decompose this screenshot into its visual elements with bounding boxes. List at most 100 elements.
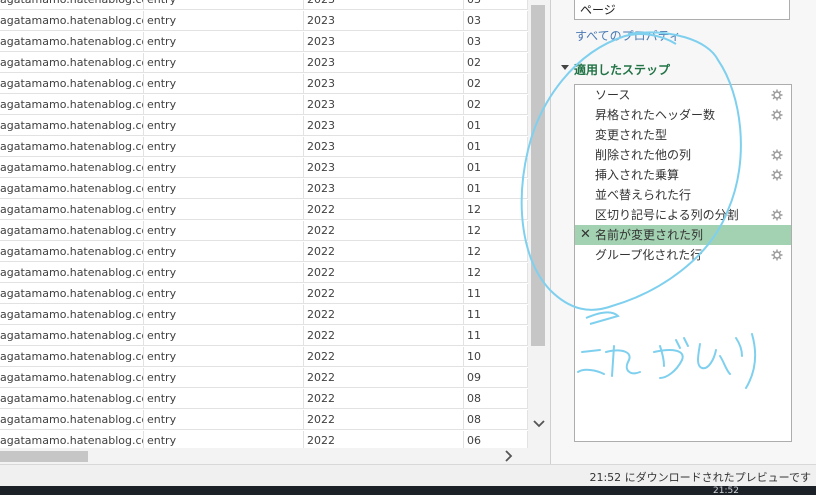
table-cell[interactable]: 01 — [464, 179, 528, 199]
table-cell[interactable]: entry — [144, 242, 304, 262]
table-row[interactable]: agatamamo.hatenablog.com entry 2022 11 — [0, 326, 528, 347]
table-cell[interactable]: entry — [144, 326, 304, 346]
table-cell[interactable]: entry — [144, 389, 304, 409]
table-row[interactable]: agatamamo.hatenablog.com entry 2022 12 — [0, 263, 528, 284]
table-row[interactable]: agatamamo.hatenablog.comentry202303 — [0, 0, 528, 11]
table-cell[interactable]: entry — [144, 11, 304, 31]
table-cell[interactable]: agatamamo.hatenablog.com — [0, 32, 144, 52]
table-cell[interactable]: 08 — [464, 410, 528, 430]
table-cell[interactable]: entry — [144, 179, 304, 199]
table-cell[interactable]: entry — [144, 95, 304, 115]
table-cell[interactable]: entry — [144, 200, 304, 220]
gear-icon[interactable] — [771, 209, 783, 221]
table-cell[interactable]: 10 — [464, 347, 528, 367]
table-cell[interactable]: 2023 — [304, 158, 464, 178]
table-row[interactable]: agatamamo.hatenablog.comentry202303 — [0, 11, 528, 32]
table-cell[interactable]: 12 — [464, 242, 528, 262]
table-cell[interactable]: agatamamo.hatenablog.com — [0, 221, 144, 241]
table-row[interactable]: agatamamo.hatenablog.com entry 2023 01 — [0, 137, 528, 158]
applied-step[interactable]: 削除された他の列 — [575, 145, 791, 165]
applied-step[interactable]: 昇格されたヘッダー数 — [575, 105, 791, 125]
table-row[interactable]: agatamamo.hatenablog.com entry 2022 11 — [0, 305, 528, 326]
table-cell[interactable]: agatamamo.hatenablog.com — [0, 0, 144, 10]
table-cell[interactable]: agatamamo.hatenablog.com — [0, 137, 144, 157]
table-cell[interactable]: entry — [144, 221, 304, 241]
table-row[interactable]: agatamamo.hatenablog.com entry 2022 10 — [0, 347, 528, 368]
table-row[interactable]: agatamamo.hatenablog.com entry 2023 02 — [0, 53, 528, 74]
table-row[interactable]: agatamamo.hatenablog.com entry 2023 01 — [0, 158, 528, 179]
table-row[interactable]: agatamamo.hatenablog.com entry 2023 02 — [0, 95, 528, 116]
scroll-right-icon[interactable] — [500, 448, 516, 464]
table-cell[interactable]: entry — [144, 53, 304, 73]
table-cell[interactable]: agatamamo.hatenablog.com — [0, 368, 144, 388]
applied-step[interactable]: ソース — [575, 85, 791, 105]
table-cell[interactable]: 2022 — [304, 389, 464, 409]
table-cell[interactable]: agatamamo.hatenablog.com — [0, 389, 144, 409]
table-cell[interactable]: entry — [144, 158, 304, 178]
table-row[interactable]: agatamamo.hatenablog.comentry202303 — [0, 32, 528, 53]
table-cell[interactable]: agatamamo.hatenablog.com — [0, 242, 144, 262]
vertical-scrollbar[interactable] — [528, 0, 550, 448]
table-row[interactable]: agatamamo.hatenablog.com entry 2023 02 — [0, 74, 528, 95]
table-cell[interactable]: 2022 — [304, 305, 464, 325]
table-cell[interactable]: 08 — [464, 389, 528, 409]
table-cell[interactable]: agatamamo.hatenablog.com — [0, 326, 144, 346]
table-cell[interactable]: entry — [144, 305, 304, 325]
table-cell[interactable]: 2023 — [304, 179, 464, 199]
table-cell[interactable]: 01 — [464, 158, 528, 178]
table-row[interactable]: agatamamo.hatenablog.com entry 2023 01 — [0, 116, 528, 137]
applied-step[interactable]: 区切り記号による列の分割 — [575, 205, 791, 225]
table-cell[interactable]: 2023 — [304, 53, 464, 73]
gear-icon[interactable] — [771, 249, 783, 261]
table-cell[interactable]: 2023 — [304, 32, 464, 52]
table-cell[interactable]: 2022 — [304, 221, 464, 241]
table-cell[interactable]: 11 — [464, 284, 528, 304]
scroll-down-icon[interactable] — [530, 414, 548, 432]
table-cell[interactable]: 2023 — [304, 137, 464, 157]
gear-icon[interactable] — [771, 169, 783, 181]
table-cell[interactable]: entry — [144, 368, 304, 388]
table-cell[interactable]: agatamamo.hatenablog.com — [0, 410, 144, 430]
table-cell[interactable]: 03 — [464, 0, 528, 10]
table-cell[interactable]: 2022 — [304, 347, 464, 367]
table-cell[interactable]: agatamamo.hatenablog.com — [0, 158, 144, 178]
horizontal-scroll-thumb[interactable] — [0, 451, 88, 462]
applied-steps-header[interactable]: 適用したステップ — [561, 61, 670, 78]
vertical-scroll-thumb[interactable] — [531, 5, 545, 346]
table-cell[interactable]: agatamamo.hatenablog.com — [0, 116, 144, 136]
table-cell[interactable]: 2023 — [304, 11, 464, 31]
applied-step[interactable]: グループ化された行 — [575, 245, 791, 265]
table-cell[interactable]: agatamamo.hatenablog.com — [0, 347, 144, 367]
table-row[interactable]: agatamamo.hatenablog.com entry 2022 12 — [0, 242, 528, 263]
table-cell[interactable]: 12 — [464, 200, 528, 220]
table-cell[interactable]: agatamamo.hatenablog.com — [0, 11, 144, 31]
table-cell[interactable]: agatamamo.hatenablog.com — [0, 263, 144, 283]
table-cell[interactable]: entry — [144, 347, 304, 367]
table-cell[interactable]: 01 — [464, 137, 528, 157]
table-cell[interactable]: 12 — [464, 263, 528, 283]
applied-step[interactable]: 変更された型 — [575, 125, 791, 145]
table-cell[interactable]: 12 — [464, 221, 528, 241]
table-cell[interactable]: 2023 — [304, 116, 464, 136]
table-cell[interactable]: entry — [144, 0, 304, 10]
gear-icon[interactable] — [771, 89, 783, 101]
table-cell[interactable]: agatamamo.hatenablog.com — [0, 53, 144, 73]
table-cell[interactable]: 09 — [464, 368, 528, 388]
table-cell[interactable]: 2022 — [304, 410, 464, 430]
table-cell[interactable]: entry — [144, 74, 304, 94]
table-row[interactable]: agatamamo.hatenablog.com entry 2022 12 — [0, 221, 528, 242]
applied-step[interactable]: ✕ 名前が変更された列 — [575, 225, 791, 245]
table-cell[interactable]: agatamamo.hatenablog.com — [0, 305, 144, 325]
table-cell[interactable]: 2022 — [304, 284, 464, 304]
table-cell[interactable]: 02 — [464, 74, 528, 94]
table-row[interactable]: agatamamo.hatenablog.com entry 2023 01 — [0, 179, 528, 200]
table-cell[interactable]: entry — [144, 137, 304, 157]
table-cell[interactable]: agatamamo.hatenablog.com — [0, 179, 144, 199]
table-cell[interactable]: agatamamo.hatenablog.com — [0, 284, 144, 304]
table-row[interactable]: agatamamo.hatenablog.com entry 2022 12 — [0, 200, 528, 221]
applied-step[interactable]: 挿入された乗算 — [575, 165, 791, 185]
table-cell[interactable]: 03 — [464, 32, 528, 52]
query-name-field[interactable]: ページ — [574, 0, 790, 20]
table-cell[interactable]: 2023 — [304, 95, 464, 115]
gear-icon[interactable] — [771, 109, 783, 121]
